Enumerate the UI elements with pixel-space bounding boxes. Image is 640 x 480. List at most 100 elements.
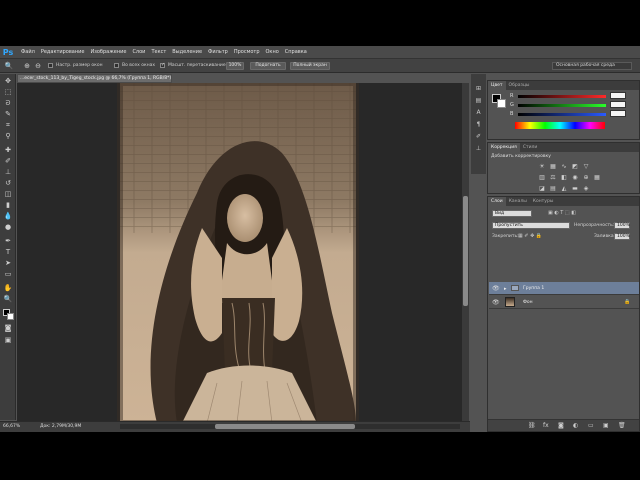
threshold-icon[interactable]: ◭ [560, 185, 568, 193]
green-value-field[interactable] [610, 101, 626, 108]
invert-icon[interactable]: ◪ [538, 185, 546, 193]
menu-image[interactable]: Изображение [90, 49, 126, 55]
blur-tool-icon[interactable]: 💧 [3, 212, 13, 221]
eye-icon[interactable]: 👁 [492, 299, 500, 306]
menu-view[interactable]: Просмотр [234, 49, 260, 55]
vertical-scroll-thumb[interactable] [463, 196, 468, 306]
zoom-in-icon[interactable]: ⊕ [22, 61, 32, 71]
gradient-tool-icon[interactable]: ▮ [3, 201, 13, 210]
black-white-icon[interactable]: ◧ [560, 174, 568, 182]
zoom-out-icon[interactable]: ⊖ [33, 61, 43, 71]
background-color-swatch[interactable] [7, 313, 14, 320]
all-windows-checkbox[interactable] [114, 63, 119, 68]
eraser-tool-icon[interactable]: ◫ [3, 190, 13, 199]
lock-icons[interactable]: ▦ ✐ ✥ 🔒 [518, 233, 542, 239]
green-track[interactable] [518, 104, 606, 107]
stamp-tool-icon[interactable]: ⊥ [3, 168, 13, 177]
resize-windows-checkbox[interactable] [48, 63, 53, 68]
menu-edit[interactable]: Редактирование [41, 49, 85, 55]
marquee-tool-icon[interactable]: ⬚ [3, 88, 13, 97]
brightness-icon[interactable]: ☀ [538, 163, 546, 171]
tab-swatches[interactable]: Образцы [506, 81, 533, 90]
tab-color[interactable]: Цвет [488, 81, 506, 90]
vibrance-icon[interactable]: ▽ [582, 163, 590, 171]
menu-window[interactable]: Окно [266, 49, 279, 55]
tab-channels[interactable]: Каналы [506, 197, 530, 206]
color-lookup-icon[interactable]: ▦ [593, 174, 601, 182]
history-brush-icon[interactable]: ↺ [3, 179, 13, 188]
path-select-tool-icon[interactable]: ➤ [3, 259, 13, 268]
quick-mask-icon[interactable]: ◙ [3, 324, 13, 333]
workspace-select[interactable]: Основная рабочая среда [552, 62, 632, 70]
blue-track[interactable] [518, 113, 606, 116]
type-tool-icon[interactable]: T [3, 248, 13, 257]
posterize-icon[interactable]: ▤ [549, 185, 557, 193]
properties-panel-icon[interactable]: ▤ [474, 96, 483, 105]
menu-file[interactable]: Файл [21, 49, 35, 55]
quick-select-tool-icon[interactable]: ✎ [3, 110, 13, 119]
paragraph-panel-icon[interactable]: ¶ [474, 120, 483, 129]
new-layer-icon[interactable]: ▣ [603, 422, 609, 429]
tab-adjustments[interactable]: Коррекция [488, 143, 520, 152]
canvas-area[interactable] [17, 83, 462, 423]
delete-layer-icon[interactable]: 🗑 [618, 422, 626, 429]
clone-source-panel-icon[interactable]: ⊥ [474, 144, 483, 153]
crop-tool-icon[interactable]: ⌗ [3, 121, 13, 130]
selective-color-icon[interactable]: ◈ [582, 185, 590, 193]
exposure-icon[interactable]: ◩ [571, 163, 579, 171]
tab-styles[interactable]: Стили [520, 143, 541, 152]
curves-icon[interactable]: ∿ [560, 163, 568, 171]
horizontal-scroll-thumb[interactable] [215, 424, 355, 429]
gradient-map-icon[interactable]: ▬ [571, 185, 579, 193]
document-tab[interactable]: ...ecer_stock_113_by_Tigeg_stock.jpg @ 6… [17, 74, 172, 83]
tab-layers[interactable]: Слои [488, 197, 506, 206]
menu-select[interactable]: Выделение [172, 49, 202, 55]
expand-arrow-icon[interactable]: ▸ [504, 286, 507, 292]
fill-field[interactable]: 100% [614, 233, 630, 240]
lasso-tool-icon[interactable]: ᘐ [3, 99, 13, 108]
levels-icon[interactable]: ▦ [549, 163, 557, 171]
layer-style-icon[interactable]: fx [543, 422, 549, 429]
blue-slider[interactable]: B [510, 110, 640, 118]
new-group-icon[interactable]: ▭ [588, 422, 594, 429]
blue-value-field[interactable] [610, 110, 626, 117]
menu-help[interactable]: Справка [285, 49, 307, 55]
hue-saturation-icon[interactable]: ▥ [538, 174, 546, 182]
link-layers-icon[interactable]: ⛓ [528, 422, 536, 429]
blend-mode-select[interactable]: Пропустить [492, 222, 570, 229]
screen-mode-icon[interactable]: ▣ [3, 336, 13, 345]
menu-type[interactable]: Текст [151, 49, 166, 55]
zoom-100-button[interactable]: 100% [226, 62, 244, 70]
color-background-swatch[interactable] [497, 99, 506, 108]
color-balance-icon[interactable]: ⚖ [549, 174, 557, 182]
zoom-tool-icon[interactable]: 🔍 [4, 61, 14, 71]
character-panel-icon[interactable]: A [474, 108, 483, 117]
fill-screen-button[interactable]: Полный экран [290, 62, 330, 70]
hand-tool-icon[interactable]: ✋ [3, 284, 13, 293]
layer-row-background[interactable]: 👁 Фон 🔒 [489, 296, 639, 309]
red-track[interactable] [518, 95, 606, 98]
zoom-level[interactable]: 66,67% [3, 422, 20, 432]
layer-filter-icons[interactable]: ▣ ◐ T ⬚ ◧ [548, 210, 576, 216]
adjustment-layer-icon[interactable]: ◐ [573, 422, 578, 429]
channel-mixer-icon[interactable]: ⊕ [582, 174, 590, 182]
move-tool-icon[interactable]: ✥ [3, 77, 13, 86]
dodge-tool-icon[interactable]: ● [3, 223, 13, 232]
layer-name[interactable]: Группа 1 [523, 286, 544, 291]
photo-filter-icon[interactable]: ◉ [571, 174, 579, 182]
red-value-field[interactable] [610, 92, 626, 99]
fit-screen-button[interactable]: Подогнать [250, 62, 286, 70]
red-slider[interactable]: R [510, 92, 640, 100]
eye-icon[interactable]: 👁 [492, 285, 500, 292]
pen-tool-icon[interactable]: ✒ [3, 237, 13, 246]
tab-paths[interactable]: Контуры [530, 197, 557, 206]
eyedropper-tool-icon[interactable]: ⚲ [3, 132, 13, 141]
layer-filter-select[interactable]: Вид [492, 210, 532, 217]
opacity-field[interactable]: 100% [614, 222, 630, 229]
zoom-tool-side-icon[interactable]: 🔍 [3, 295, 13, 304]
menu-filter[interactable]: Фильтр [208, 49, 228, 55]
shape-tool-icon[interactable]: ▭ [3, 270, 13, 279]
layer-row-group-1[interactable]: 👁 ▸ Группа 1 [489, 282, 639, 295]
history-panel-icon[interactable]: ⊞ [474, 84, 483, 93]
healing-tool-icon[interactable]: ✚ [3, 146, 13, 155]
